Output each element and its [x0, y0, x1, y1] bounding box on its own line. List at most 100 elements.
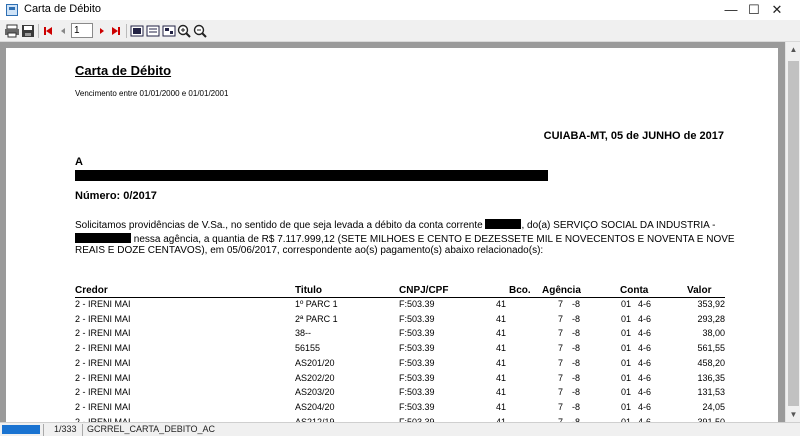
- zoom-options-icon[interactable]: [161, 23, 177, 39]
- header-cnpj: CNPJ/CPF: [399, 285, 449, 296]
- document-number: Número: 0/2017: [75, 190, 157, 202]
- header-bco: Bco.: [509, 285, 531, 296]
- cell-bco: 41: [495, 328, 506, 339]
- cell-credor: 2 - IRENI MAI: [75, 357, 131, 368]
- status-separator: [43, 424, 44, 436]
- header-conta: Conta: [620, 285, 649, 296]
- cell-conta-digit: 4-6: [638, 387, 652, 398]
- table-row: 2 - IRENI MAI AS201/20 F:503.39 41 7 -8 01 4-6 4…: [6, 358, 778, 372]
- cell-valor: 293,28: [697, 313, 725, 324]
- header-valor: Valor: [687, 285, 712, 296]
- paragraph-text-2: , do(a) SERVIÇO SOCIAL DA INDUSTRIA -: [521, 220, 716, 231]
- toolbar: [0, 20, 800, 42]
- cell-agencia-digit: -8: [572, 401, 581, 412]
- save-icon[interactable]: [20, 23, 36, 39]
- cell-conta-digit: 4-6: [638, 313, 652, 324]
- title-bar: Carta de Débito — ☐ ✕: [0, 0, 800, 20]
- cell-agencia-digit: -8: [572, 357, 581, 368]
- cell-conta: 01: [620, 401, 631, 412]
- cell-cnpj: F:503.39: [399, 328, 435, 339]
- table-row: 2 - IRENI MAI AS203/20 F:503.39 41 7 -8 01 4-6 1…: [6, 387, 778, 401]
- vertical-scrollbar[interactable]: ▲ ▼: [785, 42, 800, 422]
- report-viewport[interactable]: Carta de Débito Vencimento entre 01/01/2…: [0, 42, 785, 422]
- cell-conta: 01: [620, 387, 631, 398]
- cell-valor: 136,35: [697, 372, 725, 383]
- scroll-down-arrow-icon[interactable]: ▼: [786, 407, 800, 422]
- cell-titulo: AS204/20: [295, 401, 335, 412]
- cell-conta-digit: 4-6: [638, 299, 652, 309]
- whole-page-icon[interactable]: [145, 23, 161, 39]
- cell-titulo: 1º PARC 1: [295, 299, 338, 309]
- cell-cnpj: F:503.39: [399, 343, 435, 354]
- page-number-input[interactable]: [71, 23, 93, 38]
- scroll-up-arrow-icon[interactable]: ▲: [786, 42, 800, 57]
- window-title: Carta de Débito: [24, 3, 102, 15]
- table-row: 2 - IRENI MAI 56155 F:503.39 41 7 -8 01 4-6 561,…: [6, 343, 778, 357]
- zoom-in-icon[interactable]: [176, 23, 192, 39]
- cell-titulo: AS201/20: [295, 357, 335, 368]
- cell-cnpj: F:503.39: [399, 387, 435, 398]
- redacted-recipient: [75, 170, 548, 181]
- cell-cnpj: F:503.39: [399, 299, 435, 309]
- cell-agencia: 7: [557, 401, 563, 412]
- cell-conta: 01: [620, 328, 631, 339]
- cell-valor: 458,20: [697, 357, 725, 368]
- cell-agencia-digit: -8: [572, 313, 581, 324]
- cell-credor: 2 - IRENI MAI: [75, 328, 131, 339]
- table-row: 2 - IRENI MAI 1º PARC 1 F:503.39 41 7 -8 01 4-6…: [6, 299, 778, 313]
- cell-credor: 2 - IRENI MAI: [75, 313, 131, 324]
- cell-valor: 131,53: [697, 387, 725, 398]
- status-bar: 1/333 GCRREL_CARTA_DEBITO_AC: [0, 422, 800, 436]
- paragraph-text-1: Solicitamos providências de V.Sa., no se…: [75, 220, 483, 231]
- cell-conta: 01: [620, 313, 631, 324]
- cell-bco: 41: [495, 401, 506, 412]
- cell-credor: 2 - IRENI MAI: [75, 387, 131, 398]
- header-divider: [75, 297, 725, 298]
- document-subtitle: Vencimento entre 01/01/2000 e 01/01/2001: [75, 89, 229, 98]
- paragraph-line-1: Solicitamos providências de V.Sa., no se…: [75, 218, 715, 231]
- toolbar-separator: [38, 24, 39, 38]
- header-credor: Credor: [75, 285, 108, 296]
- cell-conta: 01: [620, 372, 631, 383]
- cell-agencia: 7: [557, 357, 563, 368]
- scroll-thumb[interactable]: [788, 61, 799, 406]
- zoom-out-icon[interactable]: [192, 23, 208, 39]
- report-name: GCRREL_CARTA_DEBITO_AC: [87, 424, 216, 434]
- cell-titulo: AS203/20: [295, 387, 335, 398]
- cell-titulo: 38--: [295, 328, 312, 339]
- previous-page-icon[interactable]: [55, 23, 71, 39]
- document-title: Carta de Débito: [75, 63, 172, 78]
- paragraph-line-3: REAIS E DOZE CENTAVOS), em 05/06/2017, c…: [75, 245, 544, 256]
- close-button[interactable]: ✕: [754, 0, 800, 20]
- cell-conta-digit: 4-6: [638, 343, 652, 354]
- cell-conta: 01: [620, 299, 631, 309]
- cell-agencia: 7: [557, 372, 563, 383]
- cell-conta: 01: [620, 343, 631, 354]
- print-icon[interactable]: [4, 23, 20, 39]
- page-width-icon[interactable]: [129, 23, 145, 39]
- cell-titulo: 56155: [295, 343, 321, 354]
- city-date: CUIABA-MT, 05 de JUNHO de 2017: [543, 130, 724, 142]
- cell-cnpj: F:503.39: [399, 357, 435, 368]
- header-agencia: Agência: [542, 285, 581, 296]
- last-page-icon[interactable]: [108, 23, 124, 39]
- table-row: 2 - IRENI MAI AS204/20 F:503.39 41 7 -8 01 4-6 2…: [6, 402, 778, 416]
- cell-agencia-digit: -8: [572, 343, 581, 354]
- cell-credor: 2 - IRENI MAI: [75, 372, 131, 383]
- cell-agencia-digit: -8: [572, 328, 581, 339]
- cell-titulo: AS202/20: [295, 372, 335, 383]
- cell-agencia-digit: -8: [572, 387, 581, 398]
- cell-agencia: 7: [557, 343, 563, 354]
- first-page-icon[interactable]: [40, 23, 56, 39]
- cell-agencia: 7: [557, 313, 563, 324]
- cell-conta-digit: 4-6: [638, 328, 652, 339]
- cell-conta-digit: 4-6: [638, 357, 652, 368]
- status-separator: [82, 424, 83, 436]
- toolbar-separator: [126, 24, 127, 38]
- cell-conta-digit: 4-6: [638, 372, 652, 383]
- table-row: 2 - IRENI MAI AS202/20 F:503.39 41 7 -8 01 4-6 1…: [6, 373, 778, 387]
- cell-bco: 41: [495, 387, 506, 398]
- report-page: Carta de Débito Vencimento entre 01/01/2…: [6, 48, 778, 422]
- cell-valor: 561,55: [697, 343, 725, 354]
- cell-bco: 41: [495, 299, 506, 309]
